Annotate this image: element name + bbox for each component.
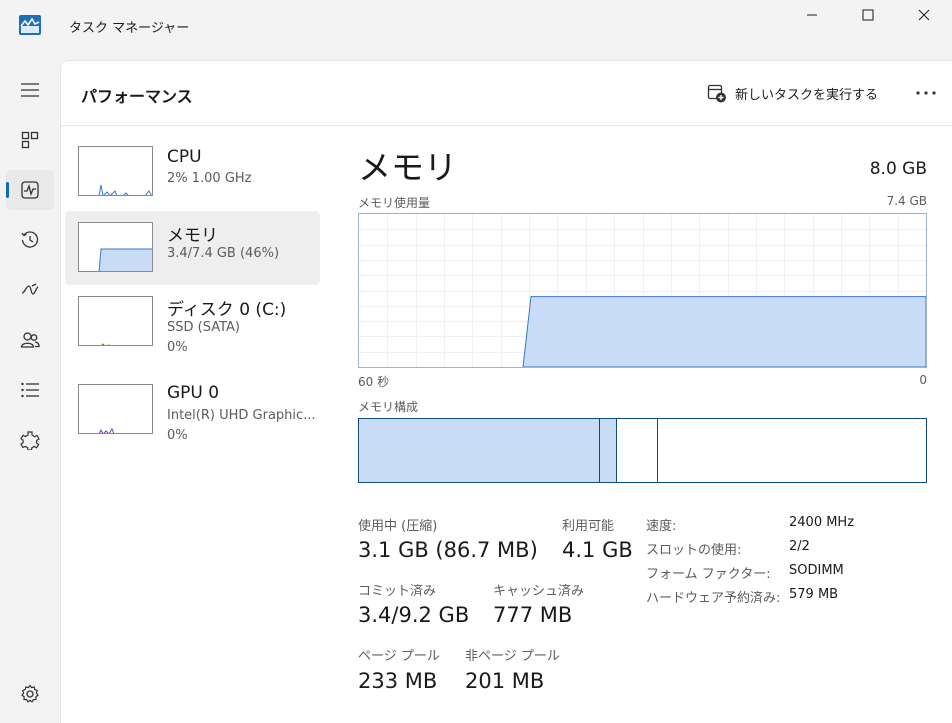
memory-usage-graph bbox=[358, 213, 927, 368]
cached-label: キャッシュ済み bbox=[493, 584, 585, 599]
left-navigation bbox=[0, 58, 60, 723]
in-use-value: 3.1 GB (86.7 MB) bbox=[358, 538, 538, 562]
slots-label: スロットの使用: bbox=[646, 543, 742, 558]
run-new-task-label: 新しいタスクを実行する bbox=[735, 87, 879, 103]
run-new-task-icon bbox=[707, 84, 726, 103]
available-label: 利用可能 bbox=[562, 519, 615, 534]
startup-apps-icon bbox=[21, 283, 39, 295]
device-status: 3.4/7.4 GB (46%) bbox=[167, 246, 280, 261]
form-factor-value: SODIMM bbox=[789, 563, 844, 578]
nav-services[interactable] bbox=[6, 420, 54, 460]
hamburger-menu-button[interactable] bbox=[6, 70, 54, 110]
available-value: 4.1 GB bbox=[562, 538, 633, 562]
memory-detail-panel: メモリ 8.0 GB メモリ使用量 7.4 GB 60 秒 0 メモリ構成 使用… bbox=[358, 125, 938, 715]
speed-label: 速度: bbox=[646, 519, 677, 534]
minimize-icon bbox=[807, 14, 817, 16]
task-manager-logo-icon bbox=[19, 15, 41, 35]
hardware-reserved-label: ハードウェア予約済み: bbox=[646, 591, 781, 606]
cached-value: 777 MB bbox=[493, 603, 573, 627]
memory-composition-bar bbox=[358, 418, 927, 483]
memory-thumbnail-graph bbox=[78, 222, 153, 272]
main-content: パフォーマンス 新しいタスクを実行する CPU 2% 1.00 GHz メモリ … bbox=[60, 60, 952, 723]
composition-modified bbox=[600, 419, 617, 482]
minimize-button[interactable] bbox=[784, 0, 840, 30]
details-icon bbox=[21, 382, 39, 398]
window-title: タスク マネージャー bbox=[69, 21, 190, 36]
nav-app-history[interactable] bbox=[6, 220, 54, 260]
nonpaged-pool-value: 201 MB bbox=[465, 669, 545, 693]
paged-pool-label: ページ プール bbox=[358, 649, 440, 664]
device-name: CPU bbox=[167, 147, 202, 167]
nav-startup-apps[interactable] bbox=[6, 270, 54, 310]
services-icon bbox=[20, 431, 40, 450]
processes-icon bbox=[21, 131, 39, 149]
paged-pool-value: 233 MB bbox=[358, 669, 438, 693]
device-model: Intel(R) UHD Graphic... bbox=[167, 408, 316, 423]
nav-users[interactable] bbox=[6, 320, 54, 360]
memory-composition-label: メモリ構成 bbox=[358, 400, 419, 414]
speed-value: 2400 MHz bbox=[789, 515, 855, 530]
disk-thumbnail-graph bbox=[78, 296, 153, 346]
memory-usage-area bbox=[522, 296, 926, 367]
device-item-cpu[interactable]: CPU 2% 1.00 GHz bbox=[65, 137, 320, 211]
maximize-icon bbox=[862, 9, 874, 21]
device-item-gpu[interactable]: GPU 0 Intel(R) UHD Graphic... 0% bbox=[65, 373, 320, 447]
composition-standby bbox=[617, 419, 658, 482]
slots-value: 2/2 bbox=[789, 539, 810, 554]
title-bar: タスク マネージャー bbox=[0, 0, 952, 58]
page-title: パフォーマンス bbox=[81, 87, 193, 106]
nav-settings[interactable] bbox=[6, 674, 54, 714]
committed-value: 3.4/9.2 GB bbox=[358, 603, 470, 627]
graph-axis-left-label: 60 秒 bbox=[358, 375, 390, 389]
device-status: 2% 1.00 GHz bbox=[167, 171, 252, 186]
maximize-button[interactable] bbox=[840, 0, 896, 30]
nav-performance[interactable] bbox=[6, 170, 54, 210]
device-name: ディスク 0 (C:) bbox=[167, 300, 287, 320]
page-header: パフォーマンス 新しいタスクを実行する bbox=[61, 61, 952, 126]
close-icon bbox=[918, 9, 930, 21]
users-icon bbox=[20, 332, 40, 348]
composition-in-use bbox=[359, 419, 600, 482]
hardware-reserved-value: 579 MB bbox=[789, 587, 839, 602]
settings-icon bbox=[21, 684, 39, 703]
device-status: 0% bbox=[167, 340, 188, 355]
performance-icon bbox=[21, 181, 39, 199]
close-button[interactable] bbox=[896, 0, 952, 30]
gpu-thumbnail-graph bbox=[78, 384, 153, 434]
nonpaged-pool-label: 非ページ プール bbox=[465, 649, 560, 664]
app-history-icon bbox=[21, 231, 39, 248]
run-new-task-button[interactable]: 新しいタスクを実行する bbox=[707, 79, 878, 107]
device-type: SSD (SATA) bbox=[167, 320, 240, 335]
committed-label: コミット済み bbox=[358, 584, 437, 599]
cpu-thumbnail-graph bbox=[78, 146, 153, 196]
more-options-button[interactable] bbox=[911, 79, 941, 107]
in-use-label: 使用中 (圧縮) bbox=[358, 519, 438, 534]
detail-title: メモリ bbox=[358, 148, 457, 187]
device-status: 0% bbox=[167, 428, 188, 443]
more-icon bbox=[916, 91, 936, 95]
form-factor-label: フォーム ファクター: bbox=[646, 567, 771, 582]
composition-free bbox=[658, 419, 926, 482]
device-item-memory[interactable]: メモリ 3.4/7.4 GB (46%) bbox=[65, 211, 320, 285]
nav-details[interactable] bbox=[6, 370, 54, 410]
memory-total: 8.0 GB bbox=[869, 159, 927, 179]
device-item-disk[interactable]: ディスク 0 (C:) SSD (SATA) 0% bbox=[65, 285, 320, 359]
memory-usage-label: メモリ使用量 bbox=[358, 196, 431, 210]
memory-usage-max: 7.4 GB bbox=[886, 194, 927, 208]
graph-axis-right-label: 0 bbox=[919, 373, 927, 387]
hamburger-menu-icon bbox=[21, 83, 39, 97]
device-name: GPU 0 bbox=[167, 383, 220, 403]
device-name: メモリ bbox=[167, 226, 218, 246]
nav-processes[interactable] bbox=[6, 120, 54, 160]
